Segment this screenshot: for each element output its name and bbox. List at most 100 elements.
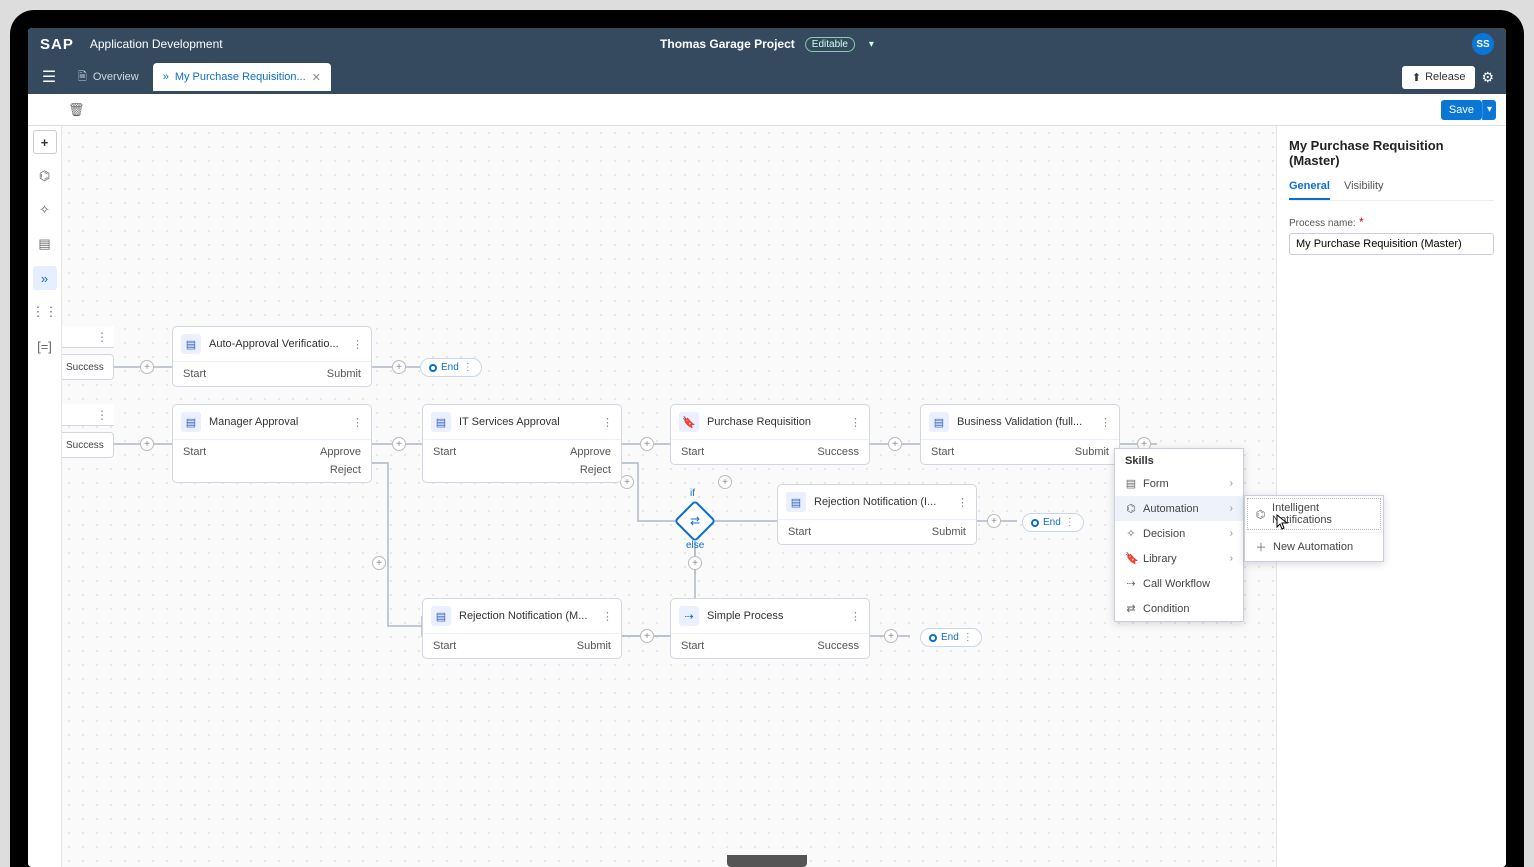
project-name[interactable]: Thomas Garage Project	[660, 37, 795, 51]
rail-icon-3[interactable]: ▤	[33, 232, 57, 256]
form-icon: ▤	[181, 412, 201, 432]
node-rej-notif-i[interactable]: ▤ Rejection Notification (I... ⋮ Start S…	[777, 484, 977, 545]
node-menu-icon[interactable]: ⋮	[957, 496, 968, 509]
gear-icon[interactable]: ⚙	[1481, 69, 1494, 86]
skills-item-automation[interactable]: ⌬ Automation ›	[1115, 496, 1243, 521]
skills-item-form[interactable]: ▤ Form ›	[1115, 471, 1243, 496]
add-connector-icon[interactable]: +	[987, 514, 1001, 528]
decision-else-label: else	[686, 540, 704, 551]
decision-icon: ✧	[1125, 527, 1137, 540]
node-title: Rejection Notification (I...	[814, 496, 949, 508]
node-menu-icon[interactable]: ⋮	[963, 632, 973, 643]
save-button[interactable]: Save	[1441, 100, 1482, 120]
add-connector-icon[interactable]: +	[372, 556, 386, 570]
decision-node[interactable]: ⇄	[674, 500, 716, 542]
project-dropdown-icon[interactable]: ▾	[869, 39, 874, 50]
process-name-input[interactable]	[1289, 233, 1494, 255]
skills-item-decision[interactable]: ✧ Decision ›	[1115, 521, 1243, 546]
node-purchase-req[interactable]: 🔖 Purchase Requisition ⋮ Start Success	[670, 404, 870, 465]
add-connector-icon[interactable]: +	[392, 360, 406, 374]
skills-item-condition[interactable]: ⇄ Condition	[1115, 596, 1243, 621]
node-stub-more-1[interactable]: ⋮	[62, 326, 114, 348]
skills-item-call-workflow[interactable]: ⇢ Call Workflow	[1115, 571, 1243, 596]
node-menu-icon[interactable]: ⋮	[602, 610, 613, 623]
node-it-approval[interactable]: ▤ IT Services Approval ⋮ Start Approve R…	[422, 404, 622, 483]
doc-icon: 🗎	[78, 68, 87, 87]
add-connector-icon[interactable]: +	[718, 475, 732, 489]
node-menu-icon[interactable]: ⋮	[850, 610, 861, 623]
tab-overview[interactable]: 🗎 Overview	[68, 63, 149, 91]
tab-general[interactable]: General	[1289, 180, 1330, 200]
node-menu-icon[interactable]: ⋮	[1065, 517, 1075, 528]
end-node[interactable]: End ⋮	[920, 628, 982, 647]
bookmark-icon: 🔖	[679, 412, 699, 432]
avatar[interactable]: SS	[1472, 33, 1494, 55]
skills-item-label: Automation	[1143, 503, 1199, 515]
node-biz-validation[interactable]: ▤ Business Validation (full... ⋮ Start S…	[920, 404, 1120, 465]
node-menu-icon[interactable]: ⋮	[1100, 416, 1111, 429]
node-menu-icon[interactable]: ⋮	[602, 416, 613, 429]
tab-purchase-req[interactable]: » My Purchase Requisition... ✕	[153, 63, 331, 91]
submenu-new-automation[interactable]: ＋ New Automation	[1245, 532, 1383, 561]
node-title: IT Services Approval	[459, 416, 594, 428]
end-node[interactable]: End ⋮	[420, 358, 482, 377]
add-connector-icon[interactable]: +	[888, 437, 902, 451]
save-dropdown-button[interactable]: ▾	[1482, 100, 1496, 120]
library-icon: 🔖	[1125, 552, 1137, 565]
add-connector-icon[interactable]: +	[140, 437, 154, 451]
node-manager-approval[interactable]: ▤ Manager Approval ⋮ Start Approve Rejec…	[172, 404, 372, 483]
add-connector-icon[interactable]: +	[140, 360, 154, 374]
add-connector-icon[interactable]: +	[392, 437, 406, 451]
release-button[interactable]: ⬆ Release	[1402, 66, 1476, 89]
automation-icon: ⌬	[1255, 508, 1266, 521]
rail-icon-process[interactable]: »	[33, 266, 57, 290]
form-icon: ▤	[181, 334, 201, 354]
rail-icon-5[interactable]: ⋮⋮	[33, 300, 57, 324]
port-submit: Submit	[1075, 446, 1109, 458]
process-canvas[interactable]: ⋮ Success ⋮ Success + + + + + + + + + + …	[62, 126, 1276, 867]
rail-icon-2[interactable]: ✧	[33, 198, 57, 222]
form-icon: ▤	[431, 412, 451, 432]
end-label: End	[441, 362, 459, 373]
port-start: Start	[433, 640, 456, 652]
form-icon: ▤	[786, 492, 806, 512]
trash-icon[interactable]: 🗑	[68, 102, 85, 118]
node-rej-notif-m[interactable]: ▤ Rejection Notification (M... ⋮ Start S…	[422, 598, 622, 659]
rail-icon-6[interactable]: [=]	[33, 334, 57, 358]
end-node[interactable]: End ⋮	[1022, 513, 1084, 532]
upload-icon: ⬆	[1412, 71, 1421, 84]
tab-visibility[interactable]: Visibility	[1344, 180, 1384, 200]
workflow-icon: ⇢	[1125, 577, 1137, 590]
add-connector-icon[interactable]: +	[688, 556, 702, 570]
rail-icon-1[interactable]: ⌬	[33, 164, 57, 188]
node-stub-success-2: Success	[62, 432, 114, 458]
node-stub-more-2[interactable]: ⋮	[62, 404, 114, 426]
tab-overview-label: Overview	[93, 71, 139, 83]
node-menu-icon[interactable]: ⋮	[352, 338, 363, 351]
port-reject: Reject	[330, 464, 361, 476]
submenu-intelligent-notifications[interactable]: ⌬ Intelligent Notifications	[1245, 496, 1383, 532]
add-connector-icon[interactable]: +	[620, 475, 634, 489]
automation-submenu: ⌬ Intelligent Notifications ＋ New Automa…	[1244, 495, 1384, 562]
port-start: Start	[433, 446, 456, 458]
add-connector-icon[interactable]: +	[640, 437, 654, 451]
close-icon[interactable]: ✕	[312, 71, 321, 84]
add-icon[interactable]: +	[33, 130, 57, 154]
save-label: Save	[1449, 104, 1474, 116]
release-label: Release	[1425, 71, 1465, 83]
node-auto-approval[interactable]: ▤ Auto-Approval Verificatio... ⋮ Start S…	[172, 326, 372, 387]
node-menu-icon[interactable]: ⋮	[463, 362, 473, 373]
node-menu-icon[interactable]: ⋮	[352, 416, 363, 429]
node-title: Rejection Notification (M...	[459, 610, 594, 622]
node-menu-icon[interactable]: ⋮	[850, 416, 861, 429]
skills-item-label: Call Workflow	[1143, 578, 1210, 590]
port-reject: Reject	[580, 464, 611, 476]
add-connector-icon[interactable]: +	[884, 629, 898, 643]
add-connector-icon[interactable]: +	[640, 629, 654, 643]
skills-item-library[interactable]: 🔖 Library ›	[1115, 546, 1243, 571]
main-menu-icon[interactable]: ☰	[34, 62, 64, 92]
port-success: Success	[817, 446, 859, 458]
app-title: Application Development	[90, 37, 223, 51]
node-simple-process[interactable]: ⇢ Simple Process ⋮ Start Success	[670, 598, 870, 659]
status-pill[interactable]: Editable	[805, 37, 855, 52]
